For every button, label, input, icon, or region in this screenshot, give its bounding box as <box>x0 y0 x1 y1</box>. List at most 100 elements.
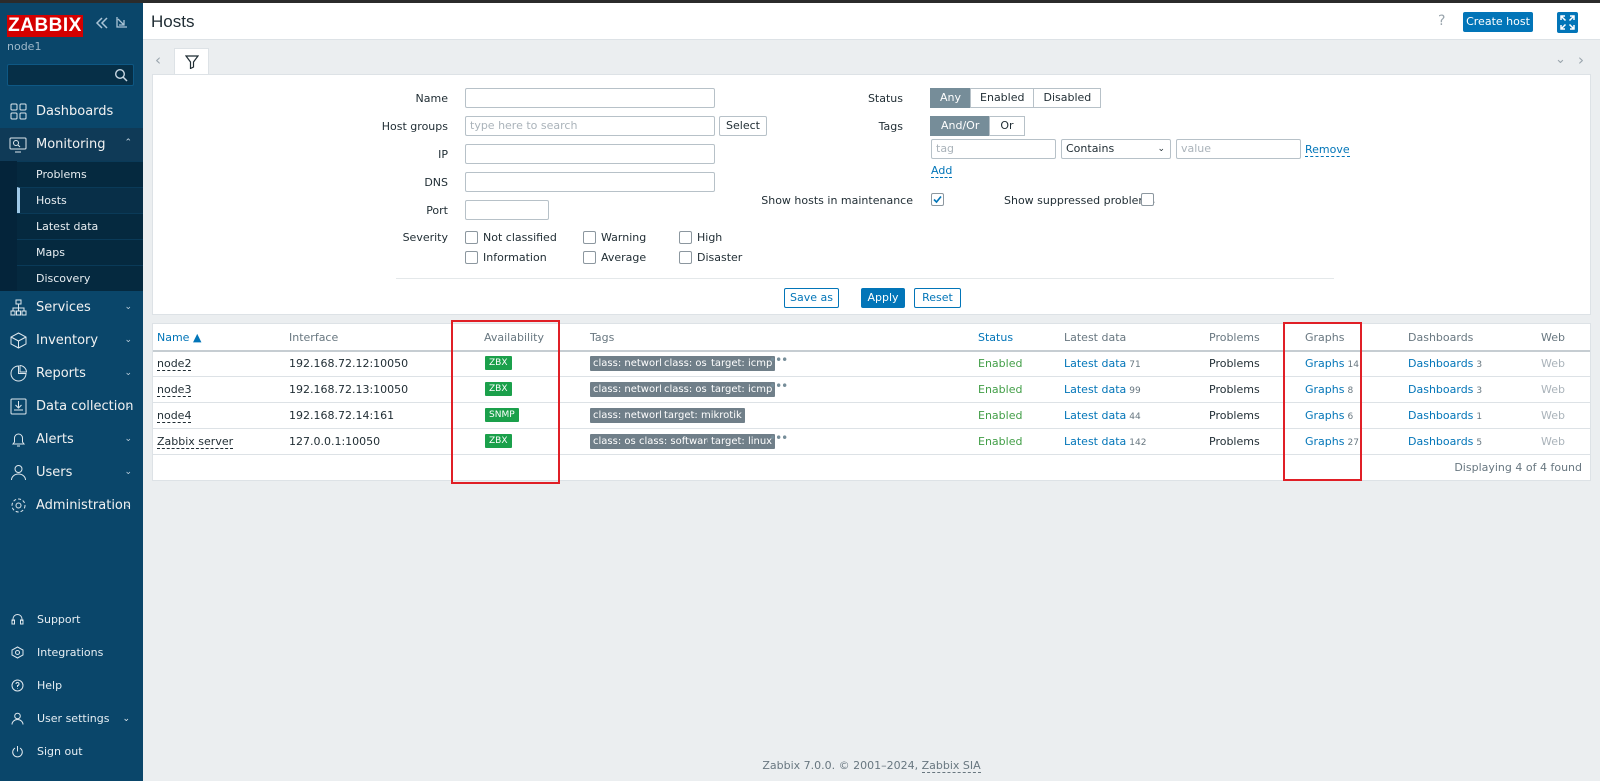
host-status[interactable]: Enabled <box>978 409 1022 422</box>
host-name-link[interactable]: node4 <box>157 409 192 423</box>
host-groups-input[interactable]: type here to search <box>465 116 715 136</box>
host-tag[interactable]: class: network <box>590 382 668 397</box>
chevron-left-icon[interactable]: ‹ <box>155 51 161 69</box>
host-name-link[interactable]: Zabbix server <box>157 435 234 449</box>
dns-label: DNS <box>424 176 448 189</box>
chevron-right-icon[interactable]: › <box>1578 51 1584 69</box>
tag-value-input[interactable]: value <box>1176 139 1301 159</box>
host-groups-select-button[interactable]: Select <box>719 116 767 136</box>
host-tag[interactable]: class: network <box>590 408 668 423</box>
tag-operator-select[interactable]: Contains ⌄ <box>1061 139 1171 159</box>
menu-users[interactable]: Users ⌄ <box>0 456 143 489</box>
menu-sign-out[interactable]: Sign out <box>0 735 143 768</box>
chevron-down-icon: ⌄ <box>124 368 132 378</box>
dashboards-link[interactable]: Dashboards <box>1408 383 1473 396</box>
autohide-sidebar-icon[interactable] <box>115 16 128 34</box>
tags-or-option[interactable]: Or <box>989 116 1025 136</box>
dashboards-link[interactable]: Dashboards <box>1408 435 1473 448</box>
zabbix-logo[interactable]: ZABBIX <box>7 15 83 37</box>
create-host-button[interactable]: Create host <box>1463 12 1533 32</box>
menu-integrations[interactable]: Integrations <box>0 636 143 669</box>
ip-input[interactable] <box>465 144 715 164</box>
chevron-down-icon: ⌄ <box>124 500 132 510</box>
more-tags-icon[interactable]: ••• <box>769 379 788 393</box>
menu-administration[interactable]: Administration ⌄ <box>0 489 143 522</box>
menu-help[interactable]: Help <box>0 669 143 702</box>
column-header-name[interactable]: Name ▲ <box>157 331 201 344</box>
host-tag[interactable]: target: linux <box>708 434 776 449</box>
severity-not-classified-checkbox[interactable] <box>465 231 478 244</box>
submenu-problems[interactable]: Problems <box>0 161 143 187</box>
dashboards-link[interactable]: Dashboards <box>1408 409 1473 422</box>
port-input[interactable] <box>465 200 549 220</box>
menu-inventory[interactable]: Inventory ⌄ <box>0 324 143 357</box>
problems-link[interactable]: Problems <box>1209 409 1260 422</box>
menu-dashboards[interactable]: Dashboards <box>0 95 143 128</box>
menu-user-settings[interactable]: User settings ⌄ <box>0 702 143 735</box>
latest-data-link[interactable]: Latest data <box>1064 383 1126 396</box>
host-status[interactable]: Enabled <box>978 383 1022 396</box>
host-tag[interactable]: target: icmp <box>708 382 776 397</box>
host-tag[interactable]: target: mikrotik <box>661 408 745 423</box>
dns-input[interactable] <box>465 172 715 192</box>
tag-remove-link[interactable]: Remove <box>1305 143 1350 157</box>
submenu-hosts[interactable]: Hosts <box>17 187 143 213</box>
submenu-discovery[interactable]: Discovery <box>0 265 143 291</box>
tag-name-input[interactable]: tag <box>931 139 1056 159</box>
more-tags-icon[interactable]: ••• <box>769 431 788 445</box>
severity-average-checkbox[interactable] <box>583 251 596 264</box>
save-as-button[interactable]: Save as <box>784 288 839 308</box>
kiosk-mode-button[interactable] <box>1557 12 1578 33</box>
menu-reports[interactable]: Reports ⌄ <box>0 357 143 390</box>
filter-tab[interactable] <box>174 48 209 74</box>
tags-andor-option[interactable]: And/Or <box>930 116 991 136</box>
submenu-latest-data[interactable]: Latest data <box>0 213 143 239</box>
show-maintenance-checkbox[interactable] <box>931 193 944 206</box>
host-status[interactable]: Enabled <box>978 357 1022 370</box>
chevron-down-icon[interactable]: ⌄ <box>1555 52 1566 67</box>
host-name-link[interactable]: node2 <box>157 357 192 371</box>
host-name-link[interactable]: node3 <box>157 383 192 397</box>
name-input[interactable] <box>465 88 715 108</box>
sidebar: ZABBIX node1 Dashboards Monitoring ⌃ Pro… <box>0 3 143 781</box>
problems-link[interactable]: Problems <box>1209 435 1260 448</box>
host-status[interactable]: Enabled <box>978 435 1022 448</box>
host-tag[interactable]: class: os <box>590 434 639 449</box>
reports-icon <box>9 365 27 383</box>
reset-button[interactable]: Reset <box>914 288 961 308</box>
status-any-option[interactable]: Any <box>930 88 972 108</box>
search-icon[interactable] <box>114 68 128 82</box>
status-enabled-option[interactable]: Enabled <box>970 88 1035 108</box>
menu-monitoring[interactable]: Monitoring ⌃ <box>0 128 143 161</box>
tag-add-link[interactable]: Add <box>931 164 953 178</box>
dashboards-link[interactable]: Dashboards <box>1408 357 1473 370</box>
menu-support[interactable]: Support <box>0 603 143 636</box>
severity-high-checkbox[interactable] <box>679 231 692 244</box>
collapse-sidebar-icon[interactable] <box>95 16 109 35</box>
apply-button[interactable]: Apply <box>861 288 905 308</box>
severity-information-checkbox[interactable] <box>465 251 478 264</box>
host-tag[interactable]: class: software <box>636 434 717 449</box>
column-header-status[interactable]: Status <box>978 331 1013 344</box>
severity-warning-checkbox[interactable] <box>583 231 596 244</box>
severity-disaster-checkbox[interactable] <box>679 251 692 264</box>
more-tags-icon[interactable]: ••• <box>769 353 788 367</box>
help-button[interactable]: ? <box>1438 13 1445 29</box>
host-tag[interactable]: class: network <box>590 356 668 371</box>
host-tag[interactable]: class: os <box>661 356 710 371</box>
latest-data-link[interactable]: Latest data <box>1064 409 1126 422</box>
show-suppressed-checkbox[interactable] <box>1141 193 1154 206</box>
status-disabled-option[interactable]: Disabled <box>1033 88 1102 108</box>
menu-alerts[interactable]: Alerts ⌄ <box>0 423 143 456</box>
menu-services[interactable]: Services ⌄ <box>0 291 143 324</box>
footer-company-link[interactable]: Zabbix SIA <box>921 759 981 773</box>
host-tag[interactable]: target: icmp <box>708 356 776 371</box>
problems-link[interactable]: Problems <box>1209 357 1260 370</box>
host-tag[interactable]: class: os <box>661 382 710 397</box>
latest-data-link[interactable]: Latest data <box>1064 435 1126 448</box>
problems-link[interactable]: Problems <box>1209 383 1260 396</box>
submenu-maps[interactable]: Maps <box>0 239 143 265</box>
latest-data-link[interactable]: Latest data <box>1064 357 1126 370</box>
sidebar-search-input[interactable] <box>7 64 134 86</box>
menu-data-collection[interactable]: Data collection ⌄ <box>0 390 143 423</box>
